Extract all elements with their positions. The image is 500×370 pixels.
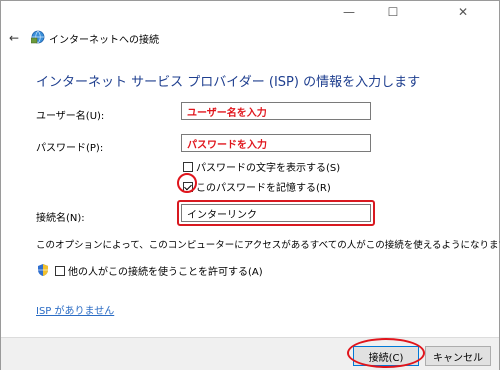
username-label: ユーザー名(U): (36, 111, 105, 122)
allow-others-option[interactable]: 他の人がこの接続を使うことを許可する(A) (55, 263, 263, 278)
connection-name-label: 接続名(N): (36, 213, 85, 224)
annotation-rectangle (177, 200, 375, 226)
password-label: パスワード(P): (36, 143, 104, 154)
page-title: インターネット サービス プロバイダー (ISP) の情報を入力します (36, 75, 421, 90)
no-isp-link[interactable]: ISP がありません (36, 302, 114, 317)
maximize-icon: ☐ (387, 5, 399, 19)
title-bar: — ☐ ✕ (1, 1, 499, 27)
show-password-checkbox[interactable] (183, 161, 193, 172)
annotation-circle (177, 173, 197, 193)
annotation-oval (347, 338, 425, 368)
allow-others-checkbox[interactable] (55, 265, 65, 276)
remember-password-option[interactable]: このパスワードを記憶する(R) (183, 179, 331, 194)
password-field[interactable]: パスワードを入力 (181, 134, 371, 152)
breadcrumb: インターネットへの接続 (49, 35, 159, 46)
close-button[interactable]: ✕ (443, 1, 483, 23)
show-password-label: パスワードの文字を表示する(S) (196, 163, 341, 174)
back-arrow-icon[interactable]: ← (9, 31, 19, 45)
username-field[interactable]: ユーザー名を入力 (181, 102, 371, 120)
maximize-button[interactable]: ☐ (373, 1, 413, 23)
minimize-button[interactable]: — (329, 1, 369, 23)
allow-others-label: 他の人がこの接続を使うことを許可する(A) (68, 267, 263, 278)
network-globe-icon (31, 30, 45, 44)
uac-shield-icon (38, 264, 48, 276)
cancel-button[interactable]: キャンセル (425, 346, 491, 366)
remember-password-label: このパスワードを記憶する(R) (196, 183, 331, 194)
show-password-option[interactable]: パスワードの文字を表示する(S) (183, 159, 340, 174)
dialog-window: — ☐ ✕ ← インターネットへの接続 インターネット サービス プロバイダー … (0, 0, 500, 370)
close-icon: ✕ (457, 5, 469, 19)
minimize-icon: — (343, 5, 355, 19)
description-text: このオプションによって、このコンピューターにアクセスがあるすべての人がこの接続を… (36, 240, 500, 251)
